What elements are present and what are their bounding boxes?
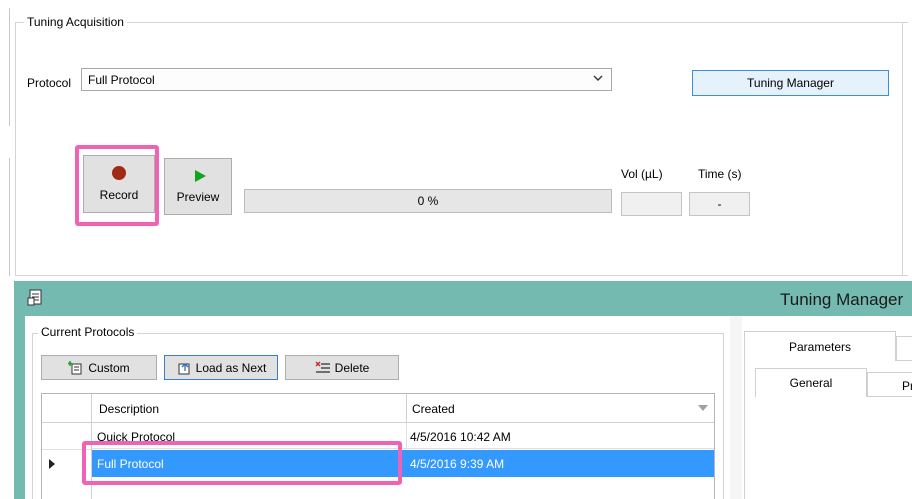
tab-next[interactable] bbox=[896, 336, 912, 361]
window-title: Tuning Manager bbox=[780, 290, 904, 309]
subtab-pr-label: Pr bbox=[902, 379, 912, 393]
subtab-pr[interactable]: Pr bbox=[867, 372, 912, 397]
divider bbox=[902, 22, 903, 276]
progress-bar: 0 % bbox=[244, 189, 612, 213]
row-highlight-box bbox=[82, 441, 402, 485]
progress-text: 0 % bbox=[417, 194, 439, 208]
current-row-indicator-icon bbox=[49, 459, 55, 469]
load-as-next-label: Load as Next bbox=[195, 360, 267, 375]
volume-readout bbox=[621, 192, 682, 216]
window-titlebar[interactable] bbox=[14, 281, 912, 315]
custom-button[interactable]: Custom bbox=[41, 355, 157, 380]
subtab-general[interactable]: General bbox=[755, 368, 867, 397]
splitter[interactable] bbox=[730, 316, 742, 499]
time-label: Time (s) bbox=[698, 167, 742, 181]
tuning-manager-button[interactable]: Tuning Manager bbox=[692, 70, 889, 96]
load-icon bbox=[178, 362, 190, 374]
custom-label: Custom bbox=[88, 360, 130, 375]
chevron-down-icon bbox=[593, 73, 603, 86]
play-icon bbox=[194, 169, 206, 182]
protocol-label: Protocol bbox=[27, 76, 72, 90]
group-title: Tuning Acquisition bbox=[24, 15, 127, 29]
protocol-dropdown[interactable]: Full Protocol bbox=[81, 68, 612, 91]
custom-icon bbox=[68, 360, 82, 374]
record-highlight-box bbox=[75, 145, 159, 226]
time-readout: - bbox=[689, 192, 750, 216]
sort-descending-icon bbox=[698, 405, 708, 411]
delete-button[interactable]: Delete bbox=[285, 355, 399, 380]
window-app-icon bbox=[27, 289, 43, 307]
preview-label: Preview bbox=[176, 189, 220, 204]
tab-parameters[interactable]: Parameters bbox=[744, 331, 896, 361]
delete-label: Delete bbox=[334, 360, 370, 375]
table-cell-created: 4/5/2016 9:39 AM bbox=[410, 457, 505, 471]
protocol-selected-value: Full Protocol bbox=[88, 72, 155, 87]
preview-button[interactable]: Preview bbox=[164, 158, 232, 215]
delete-icon bbox=[315, 361, 330, 373]
column-divider bbox=[406, 423, 407, 449]
current-protocols-title: Current Protocols bbox=[38, 325, 138, 339]
table-cell-created: 4/5/2016 10:42 AM bbox=[410, 430, 511, 444]
subtab-general-label: General bbox=[789, 376, 833, 390]
column-header-created[interactable]: Created bbox=[412, 402, 455, 416]
tab-parameters-label: Parameters bbox=[788, 339, 852, 354]
load-as-next-button[interactable]: Load as Next bbox=[164, 355, 278, 380]
divider bbox=[9, 158, 10, 276]
volume-label: Vol (µL) bbox=[621, 167, 663, 181]
divider bbox=[9, 8, 10, 126]
column-header-description[interactable]: Description bbox=[99, 402, 159, 416]
column-divider[interactable] bbox=[406, 394, 407, 423]
